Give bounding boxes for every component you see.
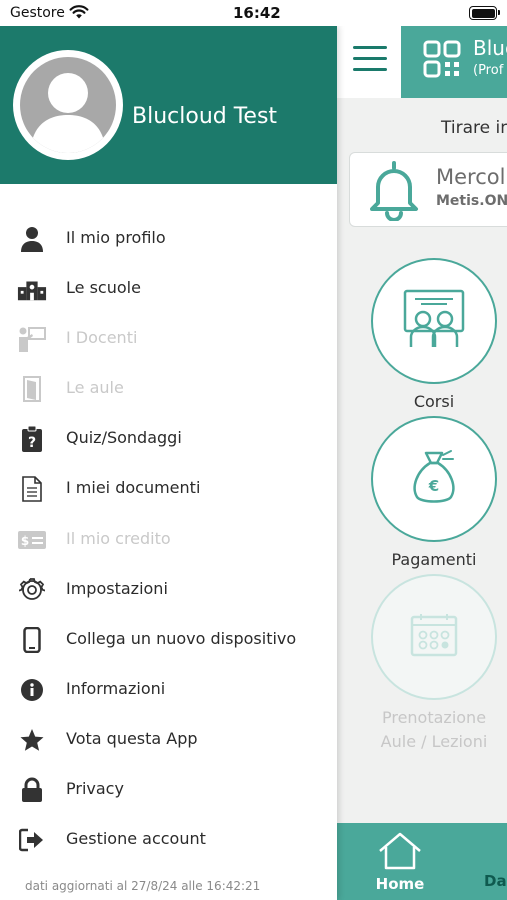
menu-button[interactable] <box>337 26 401 98</box>
document-icon <box>17 475 47 503</box>
menu-label: Il mio profilo <box>66 228 166 247</box>
tile-pagamenti[interactable]: € Pagamenti <box>371 416 497 572</box>
notification-day: Mercol <box>436 165 506 189</box>
tile-label: Pagamenti <box>391 550 477 569</box>
school-building-icon <box>17 275 47 303</box>
qr-code-icon <box>423 40 461 82</box>
menu-item-gestione-account[interactable]: Gestione account <box>0 815 337 865</box>
menu-item-credito[interactable]: $ Il mio credito <box>0 515 337 565</box>
pull-to-refresh-text: Tirare in <box>441 118 507 138</box>
teacher-icon <box>17 325 47 353</box>
sign-out-icon <box>17 826 47 854</box>
menu-label: Gestione account <box>66 829 206 849</box>
wifi-icon <box>69 4 89 24</box>
clock: 16:42 <box>233 4 281 22</box>
side-drawer: Blucloud Test Il mio profilo Le scuole I… <box>0 26 337 900</box>
tile-corsi[interactable]: Corsi <box>371 258 497 414</box>
svg-text:?: ? <box>28 435 36 451</box>
tile-label: Corsi <box>413 392 455 411</box>
menu-item-privacy[interactable]: Privacy <box>0 765 337 815</box>
menu-item-profilo[interactable]: Il mio profilo <box>0 214 337 264</box>
phone-icon <box>17 626 47 654</box>
notification-source: Metis.ON <box>436 193 507 209</box>
tile-circle <box>371 258 497 384</box>
avatar[interactable] <box>13 50 123 160</box>
menu-label: Le aule <box>66 378 124 398</box>
tile-label: Prenotazione Aule / Lezioni <box>380 708 488 751</box>
menu-label: Le scuole <box>66 278 141 298</box>
menu-item-aule[interactable]: Le aule <box>0 364 337 414</box>
notification-card[interactable]: Mercol Metis.ON <box>349 152 507 227</box>
classroom-icon <box>399 287 469 355</box>
person-silhouette-icon <box>20 57 116 153</box>
lock-icon <box>17 776 47 804</box>
menu-item-scuole[interactable]: Le scuole <box>0 264 337 314</box>
tile-circle: € <box>371 416 497 542</box>
menu-label: Quiz/Sondaggi <box>66 428 182 448</box>
menu-label: Impostazioni <box>66 578 168 598</box>
hamburger-icon <box>353 46 387 79</box>
menu-item-informazioni[interactable]: Informazioni <box>0 665 337 715</box>
clipboard-question-icon: ? <box>17 425 47 453</box>
menu-item-collega-dispositivo[interactable]: Collega un nuovo dispositivo <box>0 615 337 665</box>
menu-label: I miei documenti <box>66 478 201 498</box>
tab-home[interactable]: Home <box>367 831 433 893</box>
info-icon <box>17 676 47 704</box>
svg-text:$: $ <box>21 534 29 548</box>
home-icon <box>376 832 424 875</box>
menu-item-docenti[interactable]: I Docenti <box>0 314 337 364</box>
tile-prenotazione[interactable]: Prenotazione Aule / Lezioni <box>371 574 497 754</box>
status-bar: Gestore 16:42 <box>0 0 507 26</box>
door-icon <box>17 375 47 403</box>
bell-icon <box>364 159 424 225</box>
tile-circle <box>371 574 497 700</box>
tab-bar: Home Das <box>337 823 507 900</box>
drawer-header: Blucloud Test <box>0 26 337 184</box>
tab-home-label: Home <box>375 875 425 893</box>
menu-label: Il mio credito <box>66 528 171 548</box>
school-name: Bluc <box>473 36 507 60</box>
menu-label: Informazioni <box>66 678 166 698</box>
carrier-label: Gestore <box>10 5 65 21</box>
menu-item-vota-app[interactable]: Vota questa App <box>0 715 337 765</box>
money-card-icon: $ <box>17 526 47 554</box>
school-header[interactable]: Bluc (Prof <box>401 26 507 98</box>
menu-item-impostazioni[interactable]: Impostazioni <box>0 565 337 615</box>
menu-label: Vota questa App <box>66 728 198 748</box>
battery-icon <box>469 6 500 20</box>
last-updated-note: dati aggiornati al 27/8/24 alle 16:42:21 <box>25 879 261 893</box>
star-icon <box>17 726 47 754</box>
home-screen: Bluc (Prof Tirare in Mercol Metis.ON <box>337 26 507 900</box>
menu-label: Collega un nuovo dispositivo <box>66 628 297 648</box>
svg-text:€: € <box>428 477 439 495</box>
menu-item-documenti[interactable]: I miei documenti <box>0 464 337 514</box>
person-icon <box>17 225 47 253</box>
drawer-menu: Il mio profilo Le scuole I Docenti Le au… <box>0 214 337 865</box>
school-subtitle: (Prof <box>473 63 504 78</box>
menu-label: Privacy <box>66 779 124 799</box>
tab-dashboard-label[interactable]: Das <box>484 872 507 890</box>
money-bag-icon: € <box>409 449 459 509</box>
gear-icon <box>17 576 47 604</box>
menu-label: I Docenti <box>66 328 138 348</box>
menu-item-quiz[interactable]: ? Quiz/Sondaggi <box>0 414 337 464</box>
user-name: Blucloud Test <box>132 104 278 129</box>
calendar-icon <box>409 612 459 662</box>
